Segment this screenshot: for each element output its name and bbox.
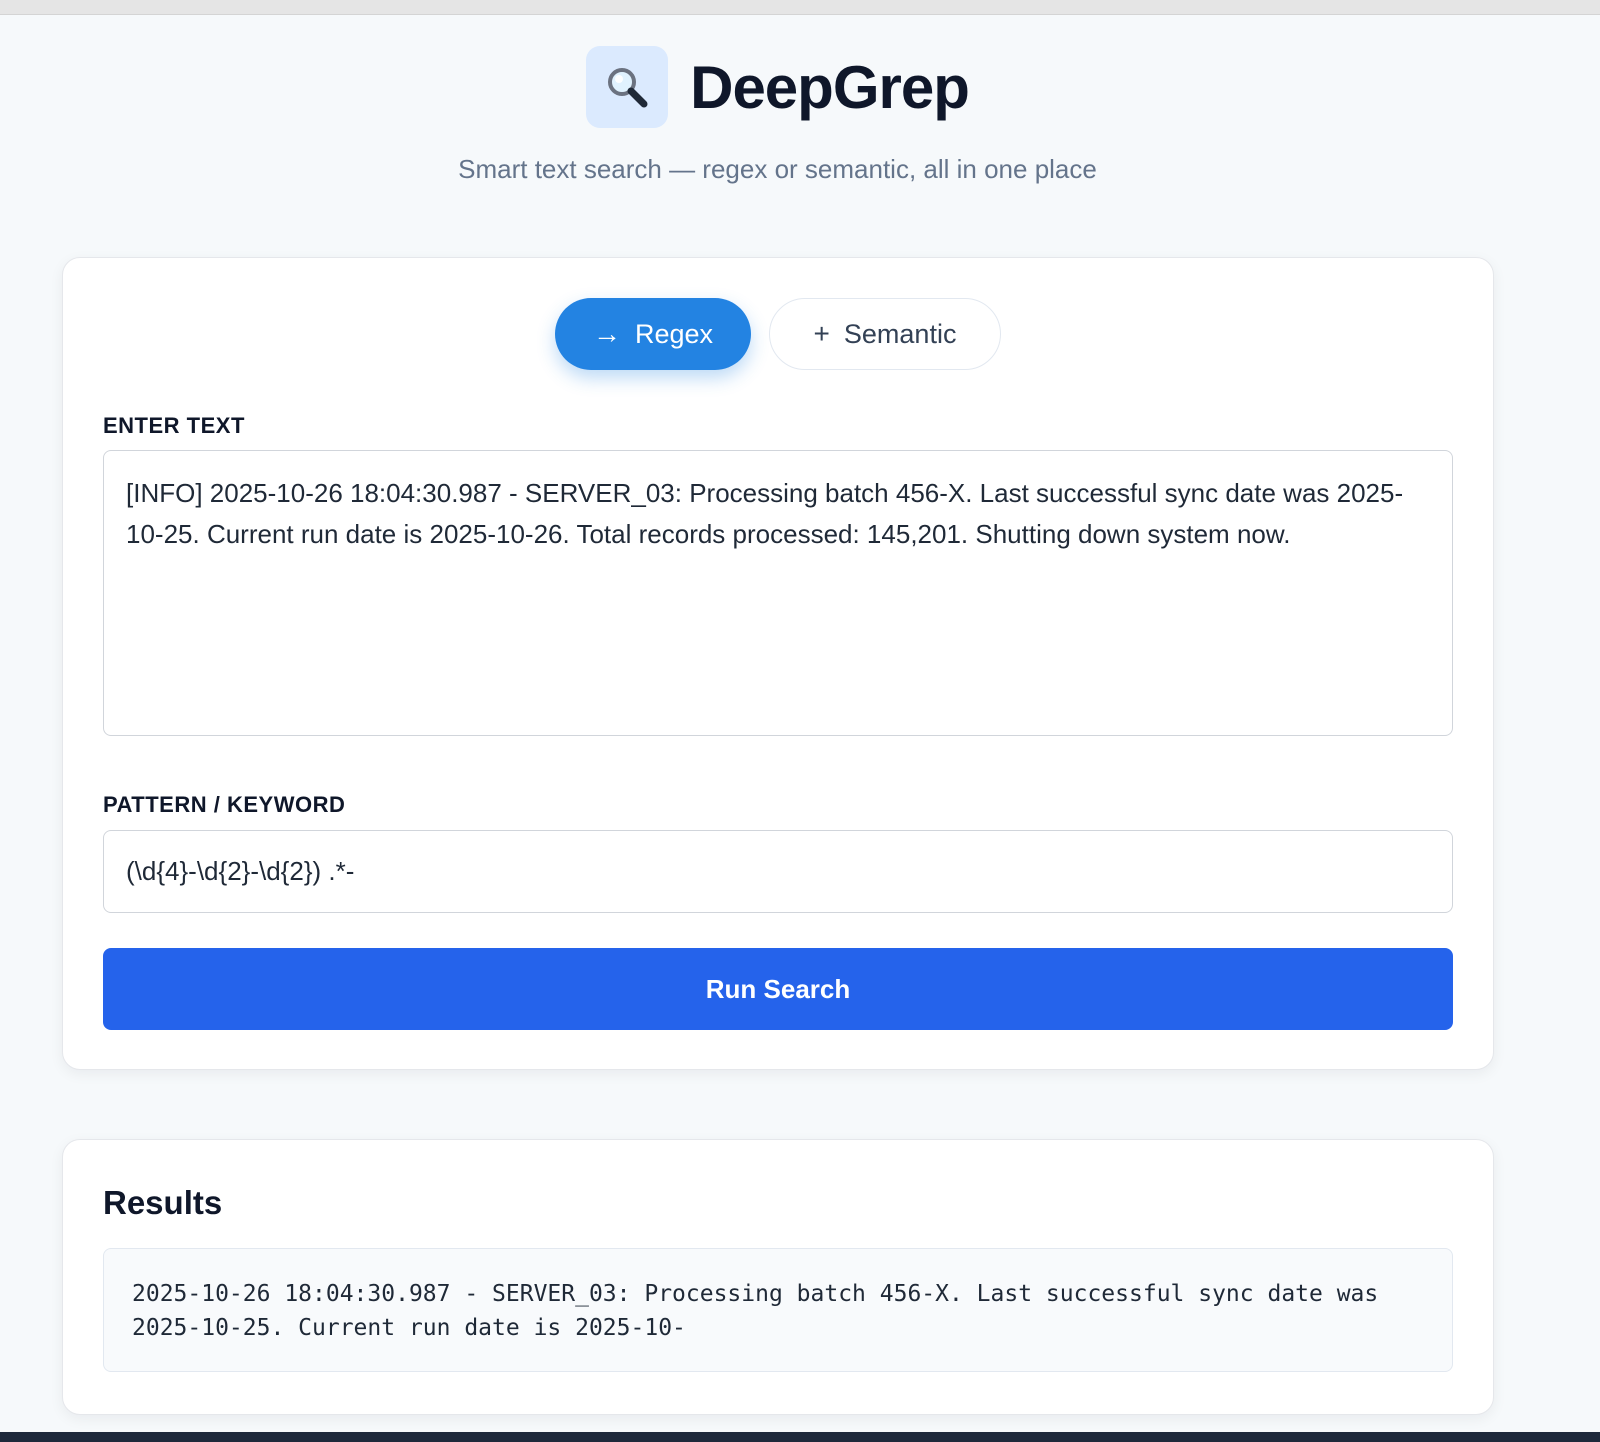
run-search-button[interactable]: Run Search xyxy=(103,948,1453,1030)
results-title: Results xyxy=(103,1184,223,1221)
brand: DeepGrep xyxy=(586,46,970,128)
app-title: DeepGrep xyxy=(690,53,970,121)
pattern-input[interactable]: (\d{4}-\d{2}-\d{2}) .*- xyxy=(103,830,1453,913)
arrow-right-icon: → xyxy=(592,318,621,349)
app-subtitle: Smart text search — regex or semantic, a… xyxy=(458,154,1097,184)
regex-mode-button[interactable]: → Regex xyxy=(555,298,751,370)
results-output: 2025-10-26 18:04:30.987 - SERVER_03: Pro… xyxy=(103,1248,1453,1372)
app-header: DeepGrep Smart text search — regex or se… xyxy=(0,46,1555,185)
semantic-mode-button[interactable]: + Semantic xyxy=(769,298,1001,370)
browser-top-strip xyxy=(0,0,1600,15)
logo-tile xyxy=(586,46,669,128)
magnifying-glass-icon xyxy=(608,68,648,108)
semantic-mode-label: Semantic xyxy=(843,318,957,349)
text-input[interactable]: [INFO] 2025-10-26 18:04:30.987 - SERVER_… xyxy=(103,450,1453,736)
plus-icon: + xyxy=(813,318,830,349)
bottom-bar xyxy=(0,1432,1600,1442)
regex-mode-label: Regex xyxy=(634,318,714,349)
mode-toggle: → Regex + Semantic xyxy=(63,298,1493,370)
search-card: → Regex + Semantic ENTER TEXT [INFO] 202… xyxy=(62,257,1494,1070)
text-input-label: ENTER TEXT xyxy=(103,413,245,438)
pattern-input-label: PATTERN / KEYWORD xyxy=(103,792,346,817)
pattern-value: (\d{4}-\d{2}-\d{2}) .*- xyxy=(126,856,355,886)
results-card: Results 2025-10-26 18:04:30.987 - SERVER… xyxy=(62,1139,1494,1415)
